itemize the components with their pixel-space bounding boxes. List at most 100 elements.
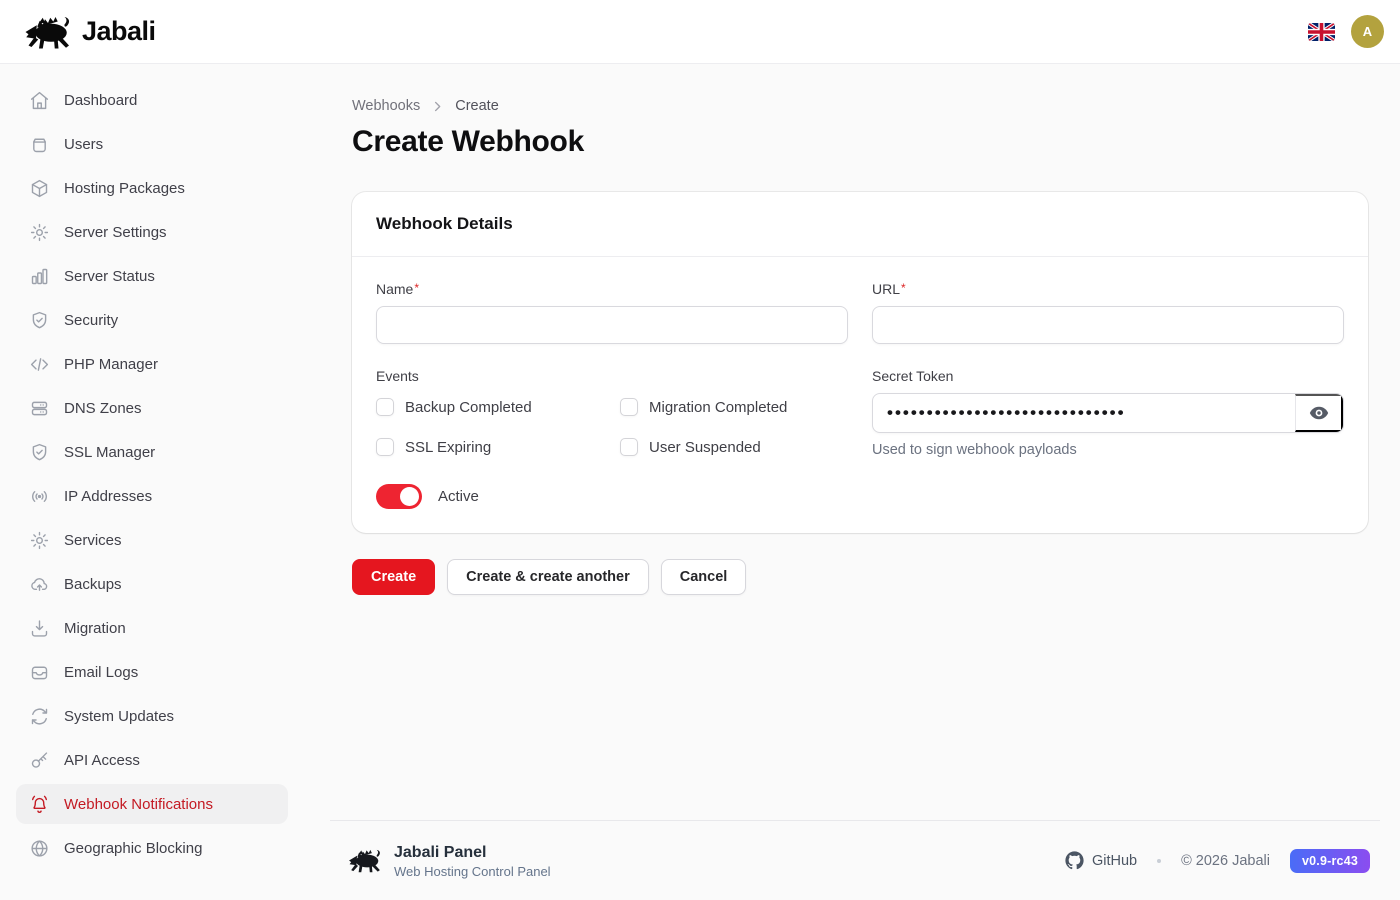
sidebar-item-label: Security	[64, 312, 118, 329]
sidebar-item-label: PHP Manager	[64, 356, 158, 373]
sidebar-item-server-settings[interactable]: Server Settings	[16, 212, 288, 252]
sidebar-item-migration[interactable]: Migration	[16, 608, 288, 648]
users-icon	[28, 133, 50, 155]
required-asterisk: *	[901, 281, 906, 295]
sidebar-item-security[interactable]: Security	[16, 300, 288, 340]
github-label: GitHub	[1092, 853, 1137, 869]
event-option-label: Backup Completed	[405, 399, 532, 416]
sidebar-item-api-access[interactable]: API Access	[16, 740, 288, 780]
toggle-knob	[400, 487, 419, 506]
secret-token-input[interactable]: ••••••••••••••••••••••••••••••	[872, 393, 1344, 433]
checkbox-icon[interactable]	[620, 398, 638, 416]
webhook-details-card: Webhook Details Name* URL*	[352, 192, 1368, 533]
brand-logo[interactable]: Jabali	[24, 14, 156, 50]
github-link[interactable]: GitHub	[1065, 851, 1137, 870]
breadcrumb: Webhooks Create	[352, 98, 1368, 114]
sidebar-item-users[interactable]: Users	[16, 124, 288, 164]
language-flag-icon[interactable]	[1308, 23, 1335, 41]
url-field-group: URL*	[872, 281, 1344, 344]
sidebar-item-label: Server Status	[64, 268, 155, 285]
code-icon	[28, 353, 50, 375]
globe-icon	[28, 837, 50, 859]
eye-icon	[1308, 402, 1330, 424]
sidebar: Dashboard Users Hosting Packages Server …	[0, 64, 304, 900]
events-field-group: Events Backup Completed Migration Comple…	[376, 368, 848, 458]
secret-token-field-group: Secret Token •••••••••••••••••••••••••••…	[872, 368, 1344, 458]
sidebar-item-webhook-notifications[interactable]: Webhook Notifications	[16, 784, 288, 824]
sidebar-item-ssl-manager[interactable]: SSL Manager	[16, 432, 288, 472]
create-button[interactable]: Create	[352, 559, 435, 595]
required-asterisk: *	[414, 281, 419, 295]
event-option-ssl-expiring[interactable]: SSL Expiring	[376, 438, 620, 456]
sidebar-item-system-updates[interactable]: System Updates	[16, 696, 288, 736]
sidebar-item-services[interactable]: Services	[16, 520, 288, 560]
sidebar-item-dashboard[interactable]: Dashboard	[16, 80, 288, 120]
sidebar-item-label: DNS Zones	[64, 400, 142, 417]
cancel-button[interactable]: Cancel	[661, 559, 747, 595]
home-icon	[28, 89, 50, 111]
boar-icon	[348, 847, 382, 874]
sidebar-item-label: Email Logs	[64, 664, 138, 681]
sidebar-item-server-status[interactable]: Server Status	[16, 256, 288, 296]
gear-icon	[28, 221, 50, 243]
secret-token-label: Secret Token	[872, 368, 1344, 384]
create-another-button[interactable]: Create & create another	[447, 559, 649, 595]
event-option-label: SSL Expiring	[405, 439, 491, 456]
sidebar-item-php-manager[interactable]: PHP Manager	[16, 344, 288, 384]
top-bar: Jabali A	[0, 0, 1400, 64]
sidebar-item-label: Geographic Blocking	[64, 840, 202, 857]
download-tray-icon	[28, 617, 50, 639]
event-option-label: User Suspended	[649, 439, 761, 456]
sidebar-item-backups[interactable]: Backups	[16, 564, 288, 604]
url-input[interactable]	[872, 306, 1344, 344]
package-icon	[28, 177, 50, 199]
sidebar-item-geographic-blocking[interactable]: Geographic Blocking	[16, 828, 288, 868]
boar-icon	[24, 14, 72, 50]
breadcrumb-webhooks[interactable]: Webhooks	[352, 98, 420, 114]
checkbox-icon[interactable]	[376, 398, 394, 416]
active-toggle-group: Active	[376, 484, 848, 509]
event-option-backup-completed[interactable]: Backup Completed	[376, 398, 620, 416]
main-content: Webhooks Create Create Webhook Webhook D…	[304, 64, 1400, 900]
avatar-initial: A	[1363, 24, 1372, 39]
event-option-migration-completed[interactable]: Migration Completed	[620, 398, 848, 416]
checkbox-icon[interactable]	[620, 438, 638, 456]
user-avatar[interactable]: A	[1351, 15, 1384, 48]
form-actions: Create Create & create another Cancel	[352, 559, 1368, 595]
sidebar-item-label: Server Settings	[64, 224, 167, 241]
reveal-password-button[interactable]	[1295, 394, 1343, 432]
sidebar-item-dns-zones[interactable]: DNS Zones	[16, 388, 288, 428]
active-toggle-label: Active	[438, 488, 479, 505]
uk-flag-icon	[1308, 23, 1335, 41]
footer: Jabali Panel Web Hosting Control Panel G…	[330, 820, 1380, 900]
name-input[interactable]	[376, 306, 848, 344]
sidebar-item-label: Webhook Notifications	[64, 796, 213, 813]
card-title: Webhook Details	[352, 192, 1368, 256]
sidebar-item-label: Hosting Packages	[64, 180, 185, 197]
sidebar-item-label: System Updates	[64, 708, 174, 725]
gear-icon	[28, 529, 50, 551]
sidebar-item-label: Users	[64, 136, 103, 153]
sidebar-item-hosting-packages[interactable]: Hosting Packages	[16, 168, 288, 208]
sidebar-item-label: SSL Manager	[64, 444, 155, 461]
sidebar-item-email-logs[interactable]: Email Logs	[16, 652, 288, 692]
event-option-label: Migration Completed	[649, 399, 787, 416]
version-badge: v0.9-rc43	[1290, 849, 1370, 873]
secret-token-hint: Used to sign webhook payloads	[872, 442, 1344, 458]
breadcrumb-current: Create	[455, 98, 499, 114]
events-label: Events	[376, 368, 848, 384]
sidebar-item-ip-addresses[interactable]: IP Addresses	[16, 476, 288, 516]
footer-brand: Jabali Panel	[394, 843, 551, 863]
inbox-icon	[28, 661, 50, 683]
copyright-text: © 2026 Jabali	[1181, 853, 1270, 869]
sidebar-item-label: Backups	[64, 576, 122, 593]
url-label: URL*	[872, 281, 1344, 297]
sidebar-item-label: Migration	[64, 620, 126, 637]
secret-token-masked-value[interactable]: ••••••••••••••••••••••••••••••	[873, 394, 1295, 432]
brand-name: Jabali	[82, 16, 156, 47]
checkbox-icon[interactable]	[376, 438, 394, 456]
event-option-user-suspended[interactable]: User Suspended	[620, 438, 848, 456]
shield-check-icon	[28, 441, 50, 463]
sidebar-item-label: Services	[64, 532, 122, 549]
active-toggle[interactable]	[376, 484, 422, 509]
